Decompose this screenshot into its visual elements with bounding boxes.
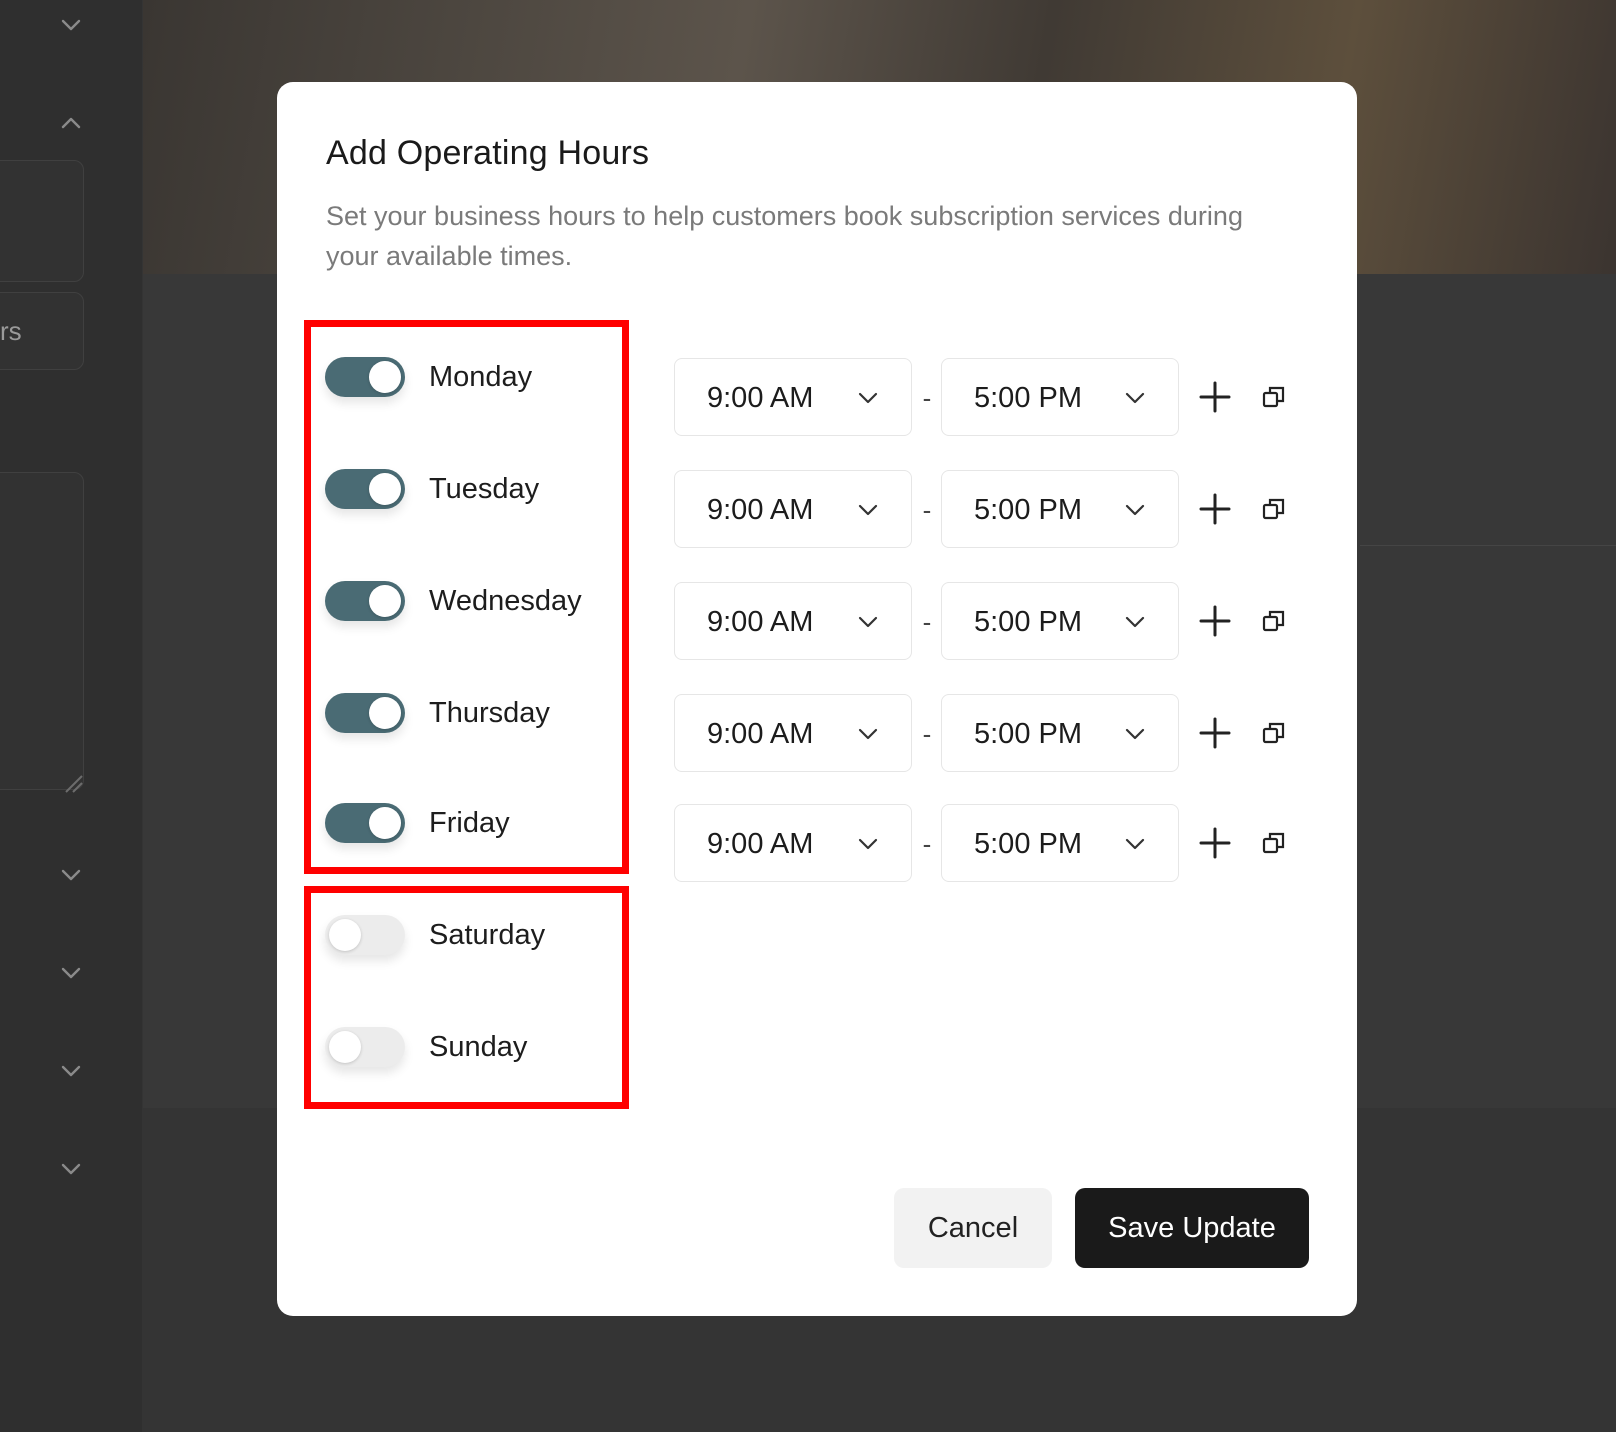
start-time-value: 9:00 AM xyxy=(707,828,814,860)
day-label-saturday: Saturday xyxy=(429,919,546,951)
time-separator: - xyxy=(922,495,932,525)
time-separator: - xyxy=(922,607,932,637)
plus-icon[interactable] xyxy=(1197,379,1233,415)
background-divider xyxy=(1360,545,1616,546)
day-label-sunday: Sunday xyxy=(429,1031,528,1063)
end-time-select[interactable]: 5:00 PM xyxy=(941,470,1179,548)
plus-icon[interactable] xyxy=(1197,491,1233,527)
end-time-select[interactable]: 5:00 PM xyxy=(941,694,1179,772)
end-time-select[interactable]: 5:00 PM xyxy=(941,804,1179,882)
copy-icon[interactable] xyxy=(1261,830,1287,856)
copy-icon[interactable] xyxy=(1261,384,1287,410)
start-time-select[interactable]: 9:00 AM xyxy=(674,358,912,436)
cancel-button[interactable]: Cancel xyxy=(894,1188,1052,1268)
chevron-down-icon xyxy=(58,1156,84,1182)
end-time-value: 5:00 PM xyxy=(974,828,1082,860)
start-time-value: 9:00 AM xyxy=(707,494,814,526)
copy-icon[interactable] xyxy=(1261,720,1287,746)
toggle-knob xyxy=(329,919,361,951)
toggle-knob xyxy=(369,697,401,729)
chevron-down-icon xyxy=(1122,721,1148,747)
toggle-saturday[interactable] xyxy=(325,915,405,955)
toggle-friday[interactable] xyxy=(325,803,405,843)
time-separator: - xyxy=(922,829,932,859)
time-row-thursday: 9:00 AM - 5:00 PM xyxy=(674,694,1314,774)
end-time-select[interactable]: 5:00 PM xyxy=(941,582,1179,660)
start-time-select[interactable]: 9:00 AM xyxy=(674,694,912,772)
chevron-down-icon xyxy=(855,831,881,857)
copy-icon[interactable] xyxy=(1261,608,1287,634)
time-row-monday: 9:00 AM - 5:00 PM xyxy=(674,358,1314,438)
chevron-down-icon xyxy=(855,721,881,747)
chevron-down-icon xyxy=(855,385,881,411)
end-time-value: 5:00 PM xyxy=(974,718,1082,750)
toggle-knob xyxy=(329,1031,361,1063)
toggle-sunday[interactable] xyxy=(325,1027,405,1067)
day-label-wednesday: Wednesday xyxy=(429,585,582,617)
chevron-down-icon xyxy=(1122,497,1148,523)
time-separator: - xyxy=(922,719,932,749)
chevron-down-icon xyxy=(855,497,881,523)
end-time-select[interactable]: 5:00 PM xyxy=(941,358,1179,436)
chevron-down-icon xyxy=(58,1058,84,1084)
chevron-down-icon xyxy=(58,960,84,986)
toggle-knob xyxy=(369,361,401,393)
chevron-down-icon xyxy=(855,609,881,635)
time-separator: - xyxy=(922,383,932,413)
toggle-tuesday[interactable] xyxy=(325,469,405,509)
time-row-tuesday: 9:00 AM - 5:00 PM xyxy=(674,470,1314,550)
start-time-value: 9:00 AM xyxy=(707,718,814,750)
dialog-title: Add Operating Hours xyxy=(326,134,650,172)
start-time-select[interactable]: 9:00 AM xyxy=(674,582,912,660)
chevron-down-icon xyxy=(58,862,84,888)
day-label-friday: Friday xyxy=(429,807,510,839)
time-row-friday: 9:00 AM - 5:00 PM xyxy=(674,804,1314,884)
copy-icon[interactable] xyxy=(1261,496,1287,522)
day-label-thursday: Thursday xyxy=(429,697,550,729)
day-label-monday: Monday xyxy=(429,361,533,393)
end-time-value: 5:00 PM xyxy=(974,382,1082,414)
toggle-knob xyxy=(369,585,401,617)
end-time-value: 5:00 PM xyxy=(974,606,1082,638)
toggle-knob xyxy=(369,473,401,505)
operating-hours-dialog: Add Operating Hours Set your business ho… xyxy=(277,82,1357,1316)
save-update-button[interactable]: Save Update xyxy=(1075,1188,1309,1268)
toggle-monday[interactable] xyxy=(325,357,405,397)
chevron-down-icon xyxy=(1122,831,1148,857)
toggle-knob xyxy=(369,807,401,839)
time-row-wednesday: 9:00 AM - 5:00 PM xyxy=(674,582,1314,662)
start-time-value: 9:00 AM xyxy=(707,606,814,638)
background-label-fragment: rs xyxy=(0,316,22,346)
start-time-select[interactable]: 9:00 AM xyxy=(674,470,912,548)
plus-icon[interactable] xyxy=(1197,715,1233,751)
background-panel xyxy=(0,160,84,282)
day-label-tuesday: Tuesday xyxy=(429,473,540,505)
start-time-value: 9:00 AM xyxy=(707,382,814,414)
background-textarea xyxy=(0,472,84,790)
chevron-down-icon xyxy=(1122,609,1148,635)
dialog-description: Set your business hours to help customer… xyxy=(326,201,1243,271)
chevron-up-icon xyxy=(58,110,84,136)
toggle-thursday[interactable] xyxy=(325,693,405,733)
plus-icon[interactable] xyxy=(1197,825,1233,861)
chevron-down-icon xyxy=(58,12,84,38)
start-time-select[interactable]: 9:00 AM xyxy=(674,804,912,882)
end-time-value: 5:00 PM xyxy=(974,494,1082,526)
toggle-wednesday[interactable] xyxy=(325,581,405,621)
resize-handle-icon xyxy=(62,772,84,794)
chevron-down-icon xyxy=(1122,385,1148,411)
plus-icon[interactable] xyxy=(1197,603,1233,639)
